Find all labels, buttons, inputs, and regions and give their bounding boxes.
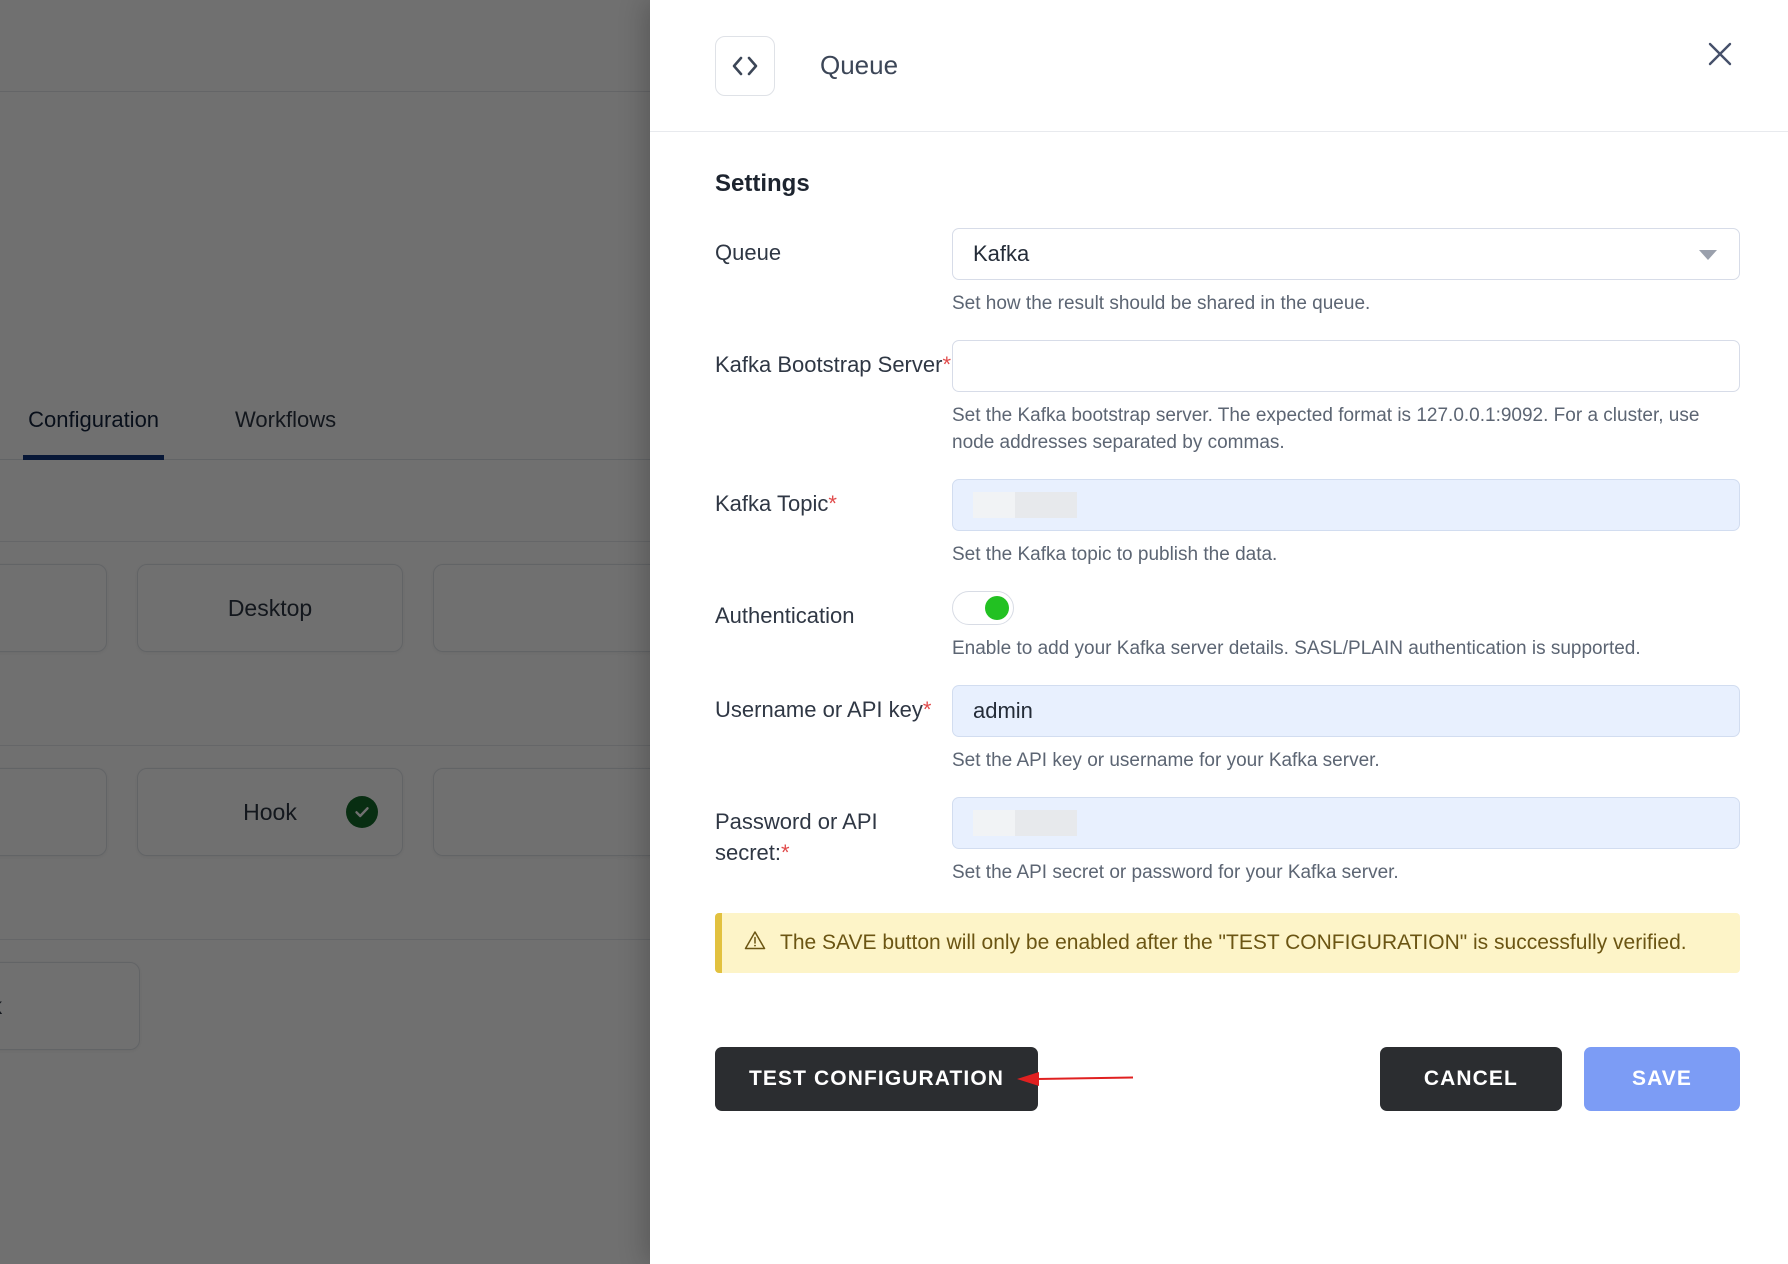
field-label-text: Password or API secret: — [715, 808, 878, 866]
section-header: cation Way i — [0, 700, 652, 746]
panel-header: Queue — [650, 0, 1788, 132]
toggle-knob — [985, 595, 1009, 620]
background-content: s tion Gatepass Configuration Workflows … — [0, 0, 652, 1264]
warning-banner: The SAVE button will only be enabled aft… — [715, 912, 1740, 973]
field-helper: Set the Kafka topic to publish the data. — [952, 543, 1278, 565]
close-icon[interactable] — [1696, 30, 1744, 78]
background-section-notification-way: cation Way i ue Hook — [0, 700, 652, 856]
tab-bar: Gatepass Configuration Workflows — [0, 398, 652, 460]
required-asterisk: * — [828, 490, 837, 516]
panel-actions: TEST CONFIGURATION CANCEL SAVE — [715, 1046, 1740, 1111]
option-card[interactable]: ok — [0, 962, 140, 1050]
panel-title: Queue — [820, 50, 899, 80]
check-circle-icon — [346, 796, 379, 828]
redacted-value — [973, 809, 1077, 836]
option-card-label: Desktop — [227, 594, 313, 621]
field-label-text: Username or API key — [715, 696, 923, 722]
field-label: Password or API secret:* — [715, 797, 952, 868]
password-input[interactable] — [952, 796, 1740, 849]
screen-root: s tion Gatepass Configuration Workflows … — [0, 0, 1788, 1264]
chevron-down-icon — [1699, 250, 1717, 260]
kafka-topic-input[interactable] — [952, 478, 1740, 531]
option-card[interactable] — [433, 768, 652, 856]
field-control: Set the API secret or password for your … — [952, 796, 1740, 887]
background-page: s tion Gatepass Configuration Workflows … — [0, 0, 652, 1264]
tab-configuration[interactable]: Configuration — [0, 398, 197, 460]
field-control: admin Set the API key or username for yo… — [952, 684, 1740, 775]
background-section-way: Way i ile Desktop — [0, 496, 652, 652]
field-control: Kafka Set how the result should be share… — [952, 228, 1740, 318]
card-group: ok — [0, 962, 652, 1050]
primary-actions: CANCEL SAVE — [1379, 1046, 1740, 1111]
section-header: i — [0, 902, 652, 940]
required-asterisk: * — [781, 840, 790, 866]
field-label-text: Kafka Bootstrap Server — [715, 351, 943, 377]
field-label: Authentication — [715, 591, 952, 631]
settings-heading: Settings — [715, 170, 810, 197]
field-label: Username or API key* — [715, 685, 952, 725]
field-control: Enable to add your Kafka server details.… — [952, 590, 1740, 663]
option-card[interactable]: ile — [0, 564, 107, 652]
username-value: admin — [973, 697, 1033, 723]
field-authentication: Authentication Enable to add your Kafka … — [715, 590, 1740, 663]
field-control: Set the Kafka bootstrap server. The expe… — [952, 339, 1740, 457]
background-section-extra: i ok — [0, 902, 652, 1050]
field-username: Username or API key* admin Set the API k… — [715, 684, 1740, 775]
option-card[interactable]: ue — [0, 768, 107, 856]
field-label: Kafka Bootstrap Server* — [715, 340, 952, 380]
warning-text: The SAVE button will only be enabled aft… — [780, 930, 1687, 954]
field-helper: Set how the result should be shared in t… — [952, 293, 1371, 314]
option-card-label: Hook — [243, 798, 297, 825]
warning-triangle-icon — [744, 930, 766, 956]
redacted-value — [973, 491, 1077, 518]
option-card-selected[interactable]: Hook — [136, 768, 404, 856]
field-helper: Set the API secret or password for your … — [952, 861, 1399, 883]
card-group: ile Desktop — [0, 564, 652, 652]
option-card-label: ok — [0, 993, 2, 1020]
tab-workflows[interactable]: Workflows — [197, 398, 374, 460]
background-topbar — [0, 0, 652, 92]
save-button[interactable]: SAVE — [1583, 1046, 1740, 1111]
code-brackets-icon — [715, 35, 775, 96]
field-control: Set the Kafka topic to publish the data. — [952, 478, 1740, 569]
field-password: Password or API secret:* Set the API sec… — [715, 796, 1740, 887]
section-header: Way i — [0, 496, 652, 542]
field-label: Kafka Topic* — [715, 479, 952, 519]
required-asterisk: * — [922, 696, 932, 722]
field-label: Queue — [715, 228, 952, 268]
field-label-text: Authentication — [715, 602, 855, 628]
option-card[interactable]: Desktop — [136, 564, 404, 652]
queue-settings-panel: Queue Settings Queue Kafka Set how the r… — [650, 0, 1788, 1264]
field-helper: Set the Kafka bootstrap server. The expe… — [952, 404, 1700, 453]
option-card[interactable] — [433, 564, 652, 652]
card-group: ue Hook — [0, 768, 652, 856]
queue-select[interactable]: Kafka — [952, 228, 1740, 280]
authentication-toggle[interactable] — [952, 590, 1014, 625]
required-asterisk: * — [942, 351, 952, 377]
test-configuration-button[interactable]: TEST CONFIGURATION — [715, 1046, 1039, 1111]
field-helper: Set the API key or username for your Kaf… — [952, 749, 1380, 771]
queue-select-value: Kafka — [973, 241, 1030, 266]
field-helper: Enable to add your Kafka server details.… — [952, 637, 1641, 659]
field-bootstrap-server: Kafka Bootstrap Server* Set the Kafka bo… — [715, 339, 1740, 457]
username-input[interactable]: admin — [952, 684, 1740, 737]
field-kafka-topic: Kafka Topic* Set the Kafka topic to publ… — [715, 478, 1740, 569]
panel-body: Settings Queue Kafka Set how the result … — [650, 132, 1788, 1111]
bootstrap-server-input[interactable] — [952, 339, 1740, 392]
cancel-button[interactable]: CANCEL — [1379, 1046, 1562, 1111]
field-queue: Queue Kafka Set how the result should be… — [715, 228, 1740, 318]
field-label-text: Queue — [715, 240, 782, 265]
field-label-text: Kafka Topic — [715, 490, 829, 516]
